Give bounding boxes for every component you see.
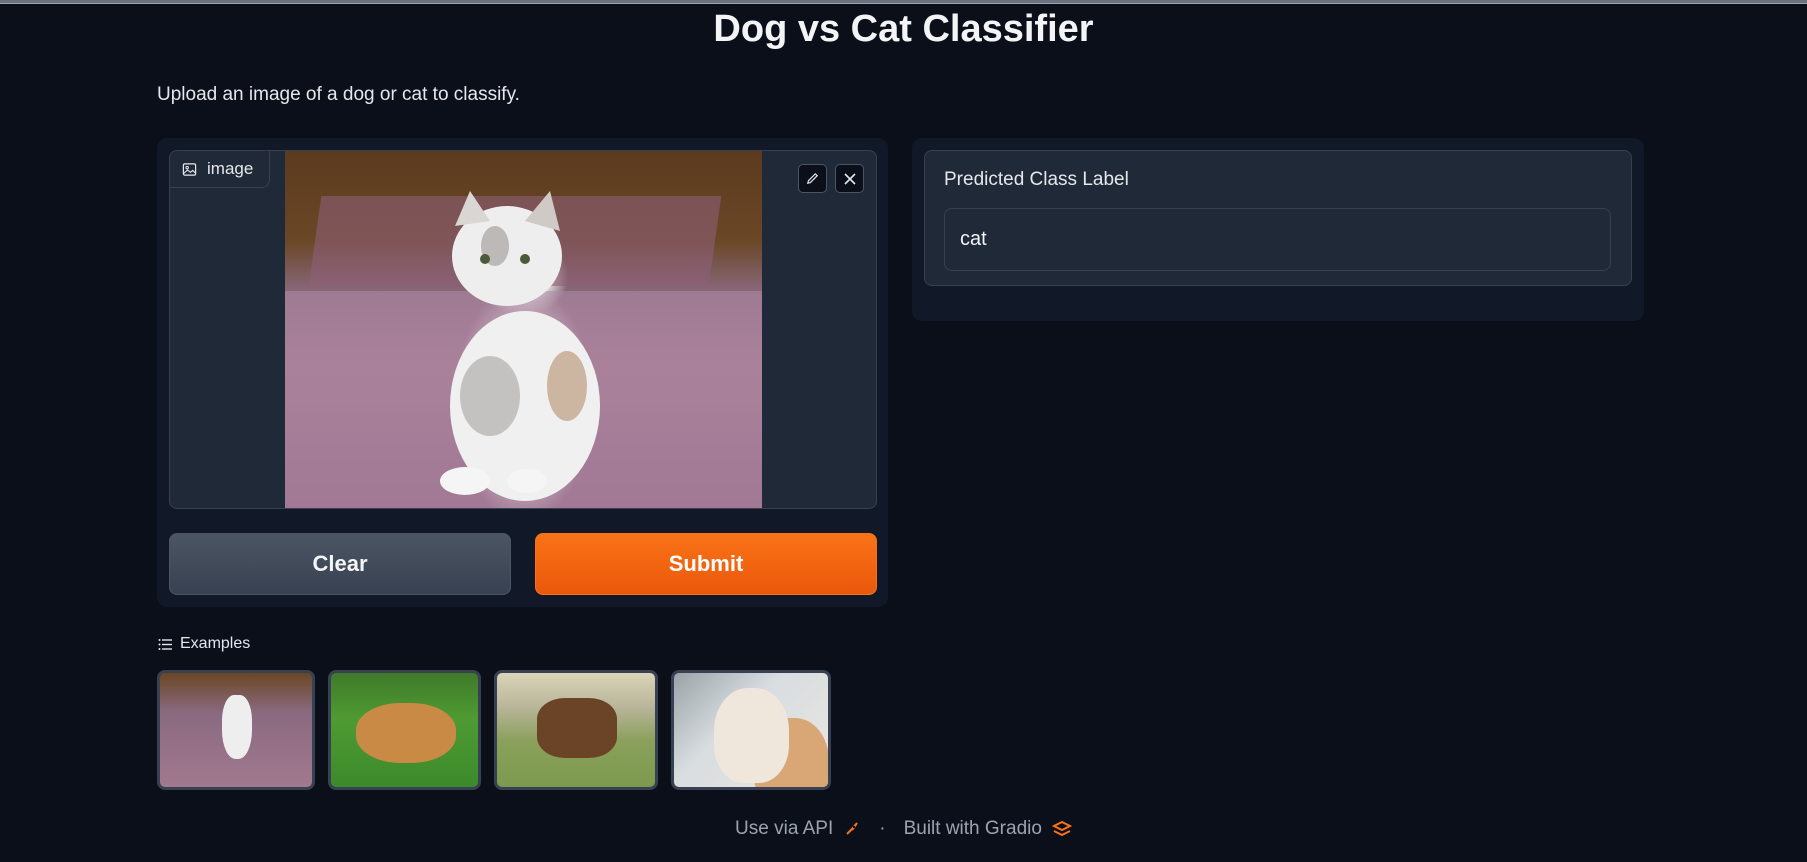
page-title: Dog vs Cat Classifier — [713, 8, 1094, 50]
uploaded-cat-photo — [285, 151, 762, 508]
examples-header: Examples — [158, 635, 250, 653]
examples-gallery — [157, 670, 831, 790]
gradio-logo-icon — [1051, 820, 1072, 837]
cat-figure — [440, 191, 600, 501]
pencil-icon — [806, 172, 819, 185]
output-panel: Predicted Class Label cat — [912, 138, 1644, 321]
submit-button[interactable]: Submit — [535, 533, 877, 595]
predicted-label-field[interactable]: cat — [944, 208, 1611, 271]
output-label: Predicted Class Label — [944, 169, 1129, 190]
list-icon — [158, 638, 172, 650]
footer: Use via API · Built with Gradio — [0, 818, 1807, 840]
example-thumbnail-cat-rug[interactable] — [157, 670, 315, 790]
examples-heading: Examples — [180, 635, 251, 652]
clear-image-button[interactable] — [835, 164, 864, 193]
example-thumbnail-dog-leash[interactable] — [494, 670, 658, 790]
image-icon — [182, 162, 197, 176]
page-description: Upload an image of a dog or cat to class… — [157, 84, 520, 105]
example-thumbnail-cat-window[interactable] — [671, 670, 831, 790]
built-with-gradio-link[interactable]: Built with Gradio — [904, 818, 1042, 840]
input-panel: image Clear Submit — [157, 138, 888, 607]
image-input-label: image — [170, 151, 270, 188]
example-thumbnail-dog-grass[interactable] — [328, 670, 481, 790]
footer-separator: · — [879, 818, 886, 839]
image-label-text: image — [207, 159, 254, 178]
clear-button[interactable]: Clear — [169, 533, 511, 595]
prediction-output: Predicted Class Label cat — [924, 150, 1632, 286]
use-via-api-link[interactable]: Use via API — [735, 818, 833, 840]
edit-image-button[interactable] — [798, 164, 827, 193]
image-upload[interactable]: image — [169, 150, 877, 509]
rocket-icon — [846, 822, 859, 835]
close-icon — [843, 172, 856, 185]
window-top-border — [0, 0, 1807, 4]
